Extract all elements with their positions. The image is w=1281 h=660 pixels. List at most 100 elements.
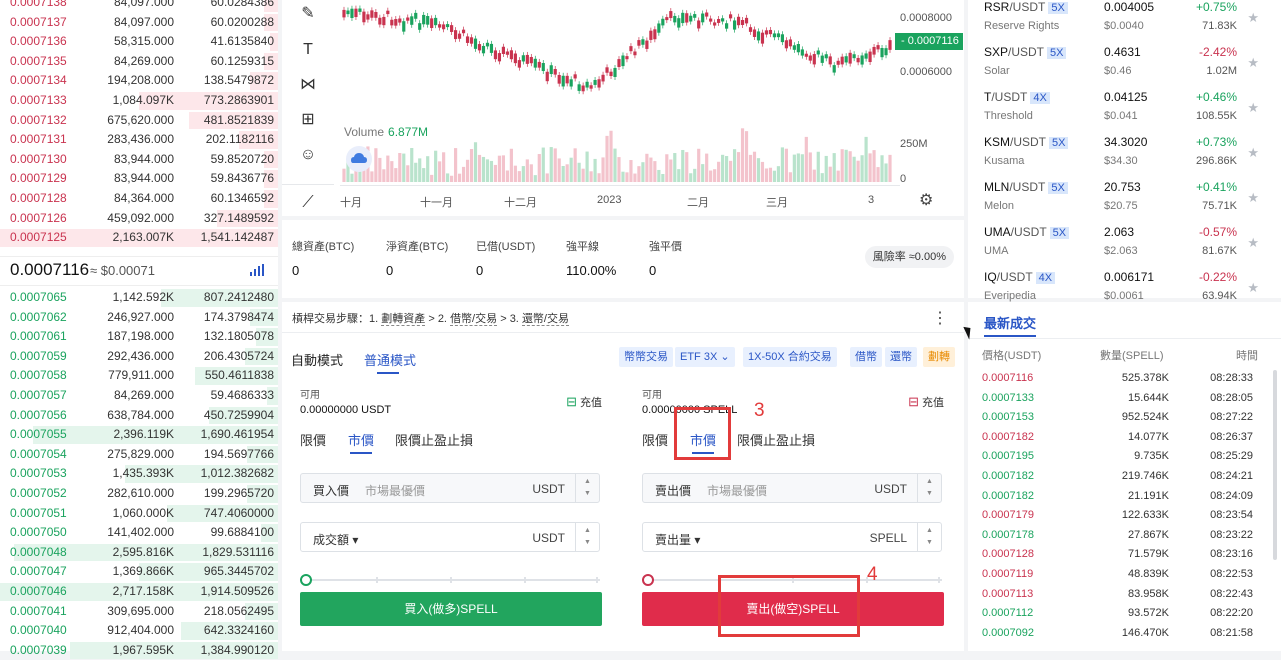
market-row[interactable]: T/USDT 4X Threshold 0.04125 $0.041 +0.46% 108.… (968, 90, 1281, 135)
star-icon[interactable]: ★ (1247, 190, 1259, 206)
star-icon[interactable]: ★ (1247, 145, 1259, 161)
orderbook-row[interactable]: 0.0007138 84,097.000 60.0284386 (0, 0, 278, 13)
trade-row: 0.0007133 15.644K 08:28:05 (968, 389, 1281, 409)
sell-amount-input[interactable]: 賣出量 ▾ SPELL ▲ ▼ (642, 522, 942, 552)
orderbook-row[interactable]: 0.0007058 779,911.000 550.4611838 (0, 366, 278, 386)
buy-amount-input[interactable]: 成交額 ▾ USDT ▲ ▼ (300, 522, 600, 552)
ruler-icon[interactable]: ⟋ (298, 193, 318, 213)
slider-knob[interactable] (642, 574, 654, 586)
depth-bars-icon[interactable] (250, 264, 264, 276)
tab-limit[interactable]: 限價 (300, 430, 326, 449)
tab-market[interactable]: 市價 (348, 430, 374, 454)
orderbook-row[interactable]: 0.0007057 84,269.000 59.4686333 (0, 386, 278, 406)
orderbook-row[interactable]: 0.0007047 1,369.866K 965.3445702 (0, 562, 278, 582)
amount-type-select[interactable]: 賣出量 ▾ (655, 531, 700, 548)
etf-chip[interactable]: ETF 3X ⌄ (675, 347, 735, 367)
orderbook-row[interactable]: 0.0007126 459,092.000 327.1489592 (0, 209, 278, 229)
orderbook-row[interactable]: 0.0007136 58,315.000 41.6135840 (0, 32, 278, 52)
star-icon[interactable]: ★ (1247, 10, 1259, 26)
borrow-step-link[interactable]: 借幣/交易 (450, 313, 498, 326)
repay-chip[interactable]: 還幣 (885, 347, 917, 367)
orderbook-row[interactable]: 0.0007061 187,198.000 132.1805078 (0, 327, 278, 347)
orderbook-row[interactable]: 0.0007050 141,402.000 99.6884100 (0, 523, 278, 543)
more-options-icon[interactable]: ⋮ (932, 308, 948, 328)
orderbook-row[interactable]: 0.0007130 83,944.000 59.8520720 (0, 150, 278, 170)
candlestick-plot[interactable] (342, 0, 892, 185)
emoji-icon[interactable]: ☺ (298, 145, 318, 165)
sell-price-input[interactable]: 賣出價 市場最優價 USDT ▲ ▼ (642, 473, 942, 503)
amount: 282,610.000 (107, 486, 174, 500)
transfer-step-link[interactable]: 劃轉資產 (381, 313, 426, 326)
stepper[interactable]: ▲ ▼ (575, 523, 599, 551)
buy-long-button[interactable]: 買入(做多)SPELL (300, 592, 602, 626)
pattern-icon[interactable]: ⋈ (298, 75, 318, 95)
tab-auto-mode[interactable]: 自動模式 (291, 350, 343, 369)
candle-body (541, 63, 545, 72)
star-icon[interactable]: ★ (1247, 280, 1259, 296)
orderbook-row[interactable]: 0.0007059 292,436.000 206.4305724 (0, 347, 278, 367)
tab-stop-limit[interactable]: 限價止盈止損 (737, 430, 815, 449)
text-icon[interactable]: T (298, 40, 318, 60)
tab-normal-mode[interactable]: 普通模式 (364, 350, 416, 369)
market-row[interactable]: KSM/USDT 5X Kusama 34.3020 $34.30 +0.73% 296.8… (968, 135, 1281, 180)
market-row[interactable]: RSR/USDT 5X Reserve Rights 0.004005 $0.0040 +… (968, 0, 1281, 45)
star-icon[interactable]: ★ (1247, 100, 1259, 116)
deposit-button[interactable]: ⊟ 充值 (566, 394, 602, 410)
market-row[interactable]: SXP/USDT 5X Solar 0.4631 $0.46 -2.42% 1.02M ★ (968, 45, 1281, 90)
buy-price-input[interactable]: 買入價 市場最優價 USDT ▲ ▼ (300, 473, 600, 503)
measure-icon[interactable]: ⊞ (298, 110, 318, 130)
futures-chip[interactable]: 1X-50X 合約交易 (743, 347, 837, 367)
orderbook-row[interactable]: 0.0007041 309,695.000 218.0562495 (0, 602, 278, 622)
star-icon[interactable]: ★ (1247, 55, 1259, 71)
price: 0.0007055 (10, 427, 67, 442)
orderbook-row[interactable]: 0.0007129 83,944.000 59.8436776 (0, 169, 278, 189)
slider-knob[interactable] (300, 574, 312, 586)
orderbook-row[interactable]: 0.0007048 2,595.816K 1,829.531116 (0, 543, 278, 563)
orderbook-row[interactable]: 0.0007046 2,717.158K 1,914.509526 (0, 582, 278, 602)
total: 1,690.461954 (200, 427, 274, 442)
orderbook-row[interactable]: 0.0007065 1,142.592K 807.2412480 (0, 288, 278, 308)
cloud-icon[interactable] (346, 146, 372, 172)
buy-amount-slider[interactable] (300, 574, 600, 586)
stepper[interactable]: ▲ ▼ (575, 474, 599, 502)
orderbook-row[interactable]: 0.0007062 246,927.000 174.3798474 (0, 308, 278, 328)
borrow-chip[interactable]: 借幣 (850, 347, 882, 367)
market-row[interactable]: MLN/USDT 5X Melon 20.753 $20.75 +0.41% 75.71K ★ (968, 180, 1281, 225)
orderbook-row[interactable]: 0.0007051 1,060.000K 747.4060000 (0, 504, 278, 524)
market-row[interactable]: UMA/USDT 5X UMA 2.063 $2.063 -0.57% 81.67K ★ (968, 225, 1281, 270)
orderbook-row[interactable]: 0.0007135 84,269.000 60.1259315 (0, 52, 278, 72)
orderbook-row[interactable]: 0.0007055 2,396.119K 1,690.461954 (0, 425, 278, 445)
star-icon[interactable]: ★ (1247, 235, 1259, 251)
scrollbar[interactable] (1273, 370, 1277, 560)
price-chart[interactable]: ✎ T ⋈ ⊞ ☺ ⟋ 0.0008000 0.0006000 - 0.0007… (282, 0, 964, 216)
orderbook-row[interactable]: 0.0007052 282,610.000 199.2965720 (0, 484, 278, 504)
orderbook-row[interactable]: 0.0007125 2,163.007K 1,541.142487 (0, 228, 278, 248)
orderbook-row[interactable]: 0.0007128 84,364.000 60.1346592 (0, 189, 278, 209)
candle-body (577, 84, 581, 91)
volume-bar (621, 171, 625, 182)
orderbook-row[interactable]: 0.0007040 912,404.000 642.3324160 (0, 621, 278, 641)
tab-stop-limit[interactable]: 限價止盈止損 (395, 430, 473, 449)
amount-type-select[interactable]: 成交額 ▾ (313, 531, 358, 548)
spot-trade-chip[interactable]: 幣幣交易 (619, 347, 673, 367)
repay-step-link[interactable]: 還幣/交易 (521, 313, 569, 326)
pen-icon[interactable]: ✎ (298, 4, 318, 24)
orderbook-row[interactable]: 0.0007054 275,829.000 194.5697766 (0, 445, 278, 465)
stepper[interactable]: ▲ ▼ (917, 523, 941, 551)
tab-limit[interactable]: 限價 (642, 430, 668, 449)
orderbook-row[interactable]: 0.0007132 675,620.000 481.8521839 (0, 111, 278, 131)
stepper[interactable]: ▲ ▼ (917, 474, 941, 502)
deposit-button[interactable]: ⊟ 充值 (908, 394, 944, 410)
transfer-chip[interactable]: 劃轉 (923, 347, 955, 367)
settings-gear-icon[interactable]: ⚙ (919, 190, 933, 210)
price-axis-label: 0.0006000 (900, 66, 952, 78)
orderbook-row[interactable]: 0.0007133 1,084.097K 773.2863901 (0, 91, 278, 111)
tab-recent-trades[interactable]: 最新成交 (984, 313, 1037, 337)
orderbook-row[interactable]: 0.0007039 1,967.595K 1,384.990120 (0, 641, 278, 660)
orderbook-row[interactable]: 0.0007053 1,435.393K 1,012.382682 (0, 464, 278, 484)
orderbook-row[interactable]: 0.0007056 638,784.000 450.7259904 (0, 406, 278, 426)
candle-body (589, 85, 593, 89)
orderbook-row[interactable]: 0.0007131 283,436.000 202.1182116 (0, 130, 278, 150)
orderbook-row[interactable]: 0.0007134 194,208.000 138.5479872 (0, 71, 278, 91)
orderbook-row[interactable]: 0.0007137 84,097.000 60.0200288 (0, 13, 278, 33)
